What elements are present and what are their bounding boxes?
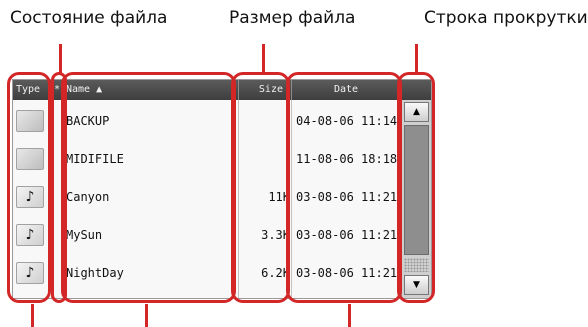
size-column-header[interactable]: Size (239, 80, 289, 100)
file-row[interactable]: MIDIFILE 11-08-06 18:18 (13, 140, 401, 178)
music-note-icon: ♪ (16, 186, 44, 208)
column-header: Type * Name ▲ Size Date (13, 80, 431, 100)
file-date: 03-08-06 11:21 (296, 266, 398, 280)
file-size: 3.3K (261, 228, 290, 242)
file-size-leader (262, 44, 265, 73)
date-column-leader (348, 304, 351, 327)
file-browser: Type * Name ▲ Size Date BACKUP 04-08-06 … (12, 79, 432, 299)
scroll-bar[interactable]: ▲ ▼ (401, 100, 431, 298)
scroll-down-button[interactable]: ▼ (404, 275, 429, 295)
file-name: MIDIFILE (66, 152, 124, 166)
file-name: NightDay (66, 266, 124, 280)
file-size: 11K (268, 190, 290, 204)
scroll-bar-callout: Строка прокрутки (424, 8, 588, 28)
file-name: BACKUP (66, 114, 110, 128)
file-size-callout: Размер файла (229, 8, 356, 28)
name-column-header[interactable]: Name ▲ (66, 80, 236, 100)
folder-icon (16, 110, 44, 132)
file-status-leader (59, 44, 62, 73)
file-status-callout: Состояние файла (10, 8, 168, 28)
music-note-icon: ♪ (16, 224, 44, 246)
file-name: MySun (66, 228, 103, 242)
folder-icon (16, 148, 44, 170)
file-row[interactable]: ♪ Canyon 11K 03-08-06 11:21 (13, 178, 401, 216)
file-row[interactable]: ♪ MySun 3.3K 03-08-06 11:21 (13, 216, 401, 254)
scroll-track[interactable] (404, 258, 429, 272)
date-column-header[interactable]: Date (292, 80, 400, 100)
file-name: Canyon (66, 190, 110, 204)
name-column-leader (145, 304, 148, 327)
scroll-up-button[interactable]: ▲ (404, 102, 429, 122)
type-column-header[interactable]: Type (16, 80, 50, 100)
file-size: 6.2K (261, 266, 290, 280)
file-date: 03-08-06 11:21 (296, 228, 398, 242)
file-row[interactable]: ♪ NightDay 6.2K 03-08-06 11:21 (13, 254, 401, 292)
scroll-bar-leader (415, 44, 418, 73)
type-column-leader (31, 304, 34, 327)
file-date: 03-08-06 11:21 (296, 190, 398, 204)
file-date: 04-08-06 11:14 (296, 114, 398, 128)
music-note-icon: ♪ (16, 262, 44, 284)
file-date: 11-08-06 18:18 (296, 152, 398, 166)
file-row[interactable]: BACKUP 04-08-06 11:14 (13, 102, 401, 140)
scroll-thumb[interactable] (404, 125, 429, 255)
